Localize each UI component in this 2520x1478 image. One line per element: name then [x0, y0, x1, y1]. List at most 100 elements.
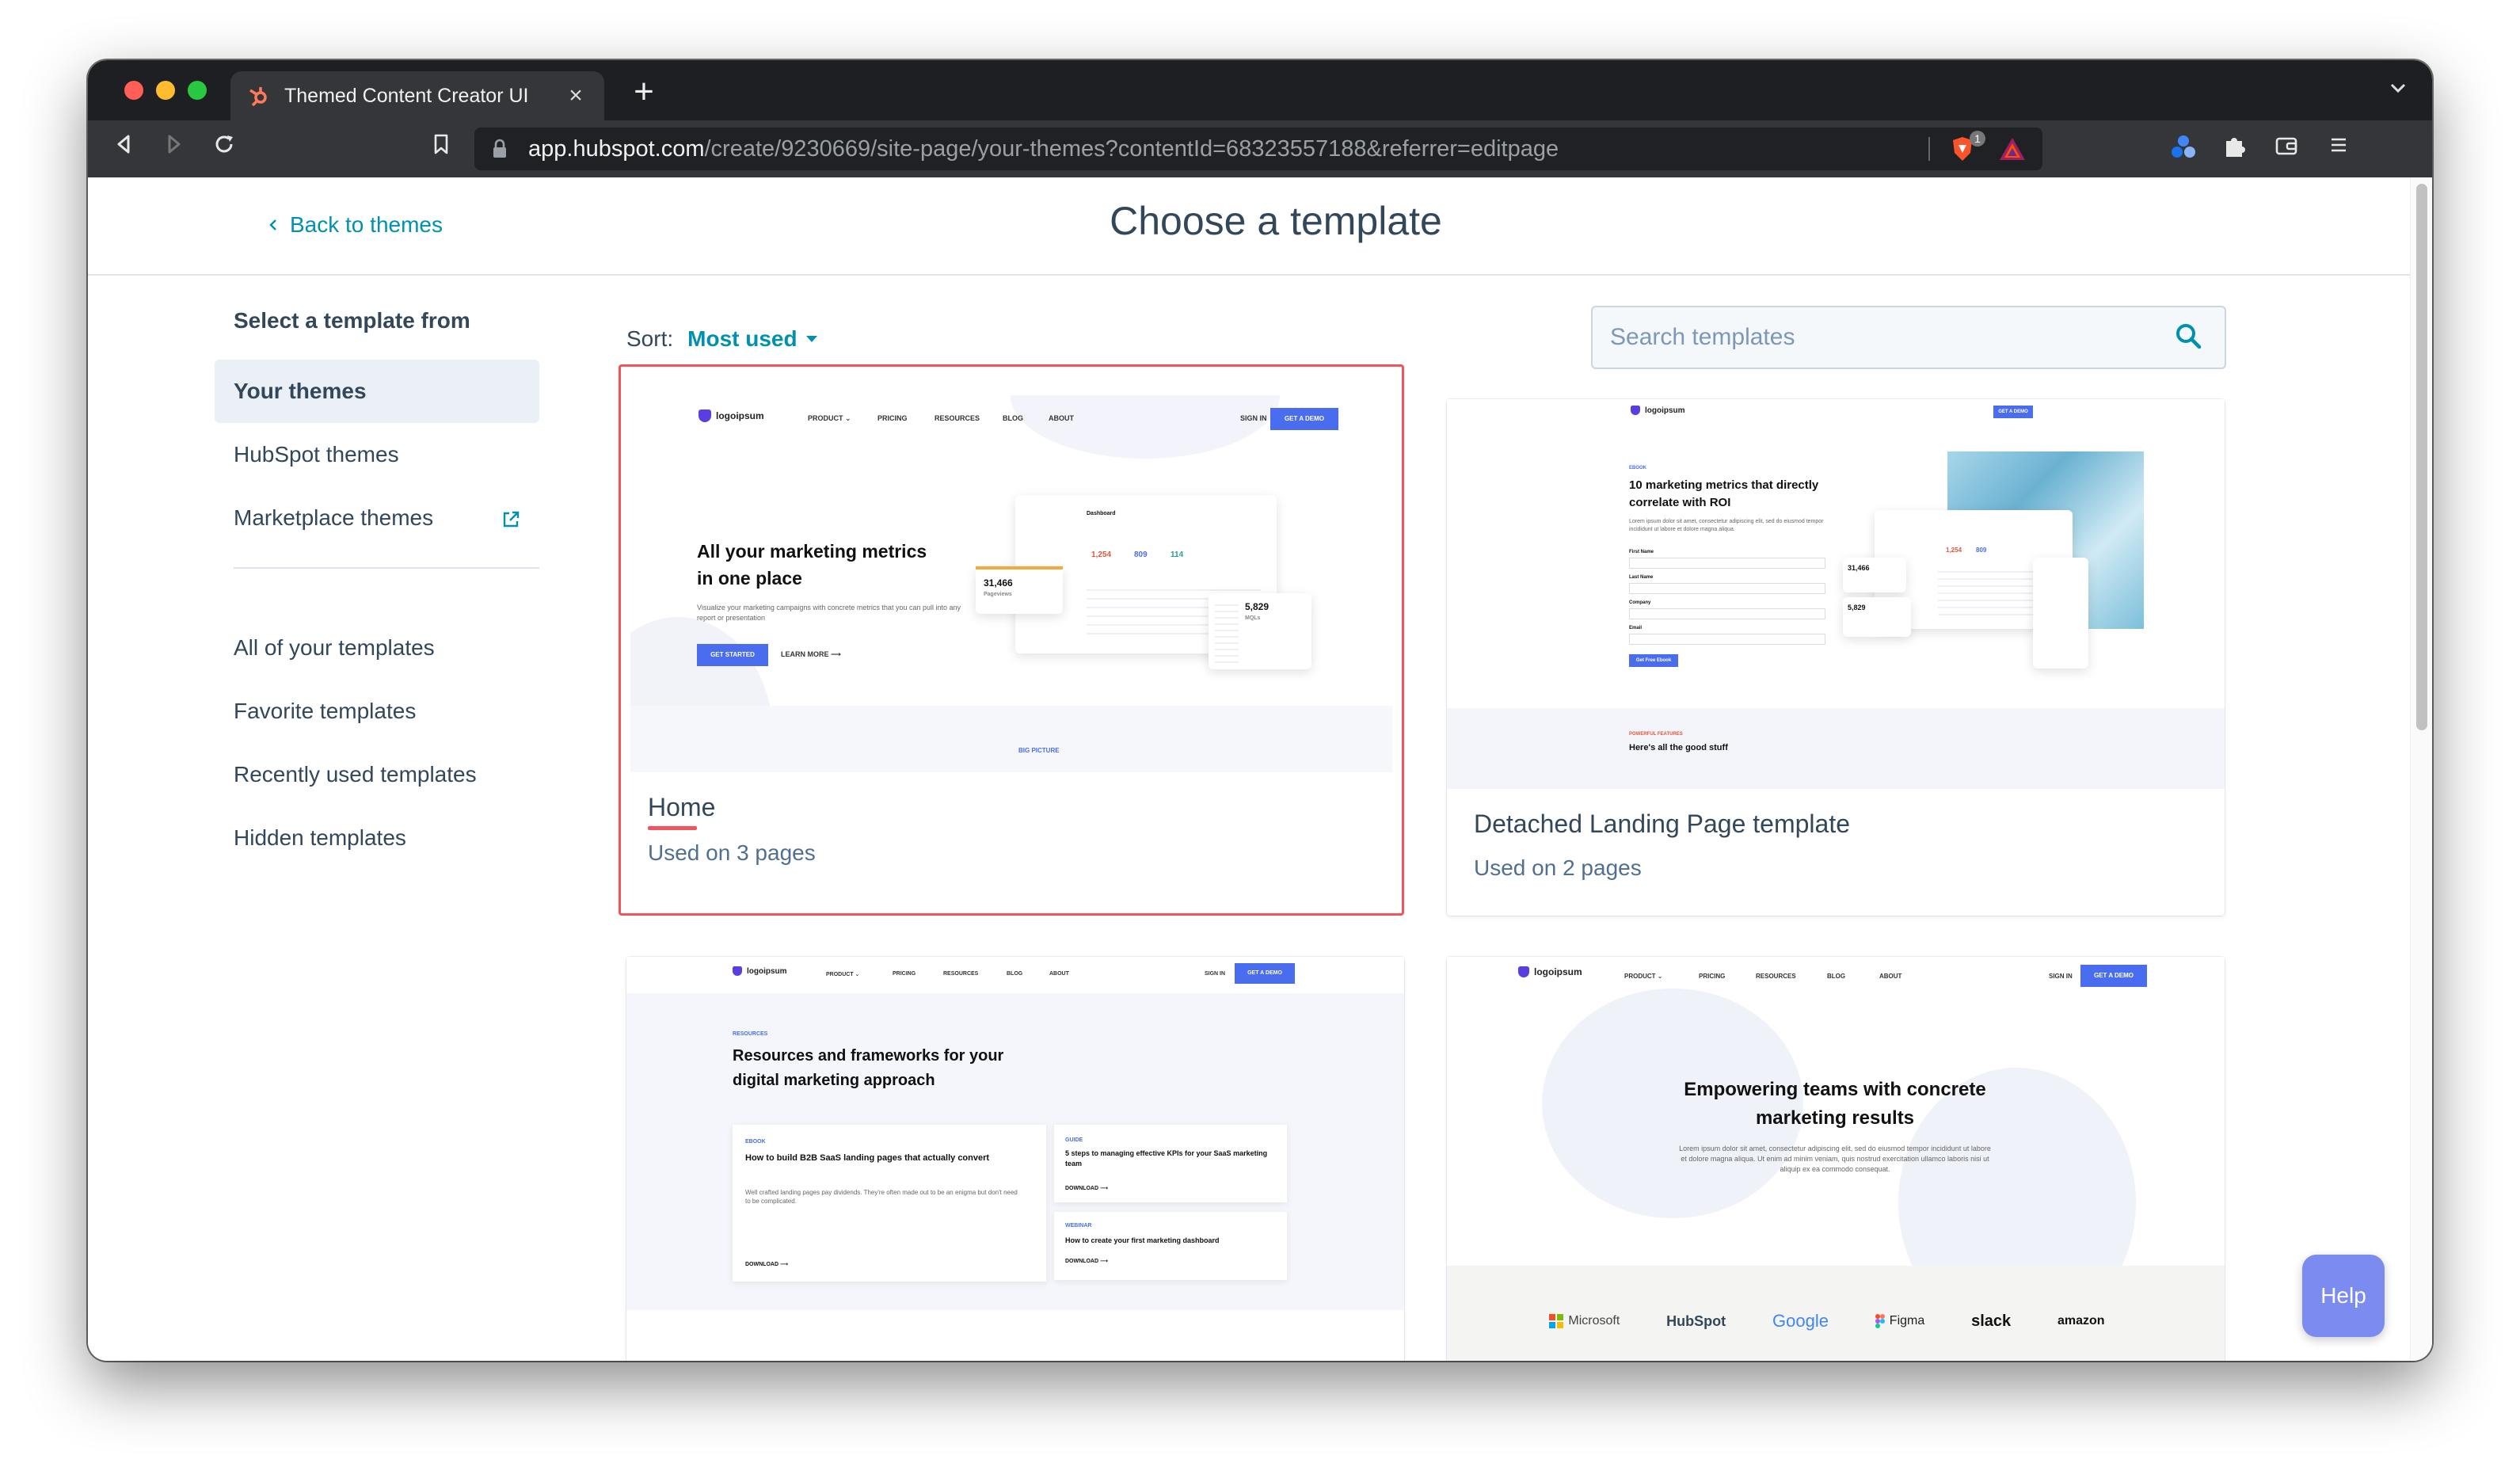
template-usage: Used on 3 pages: [648, 840, 816, 865]
sidebar-heading: Select a template from: [234, 308, 470, 333]
sidebar-item-favorite-templates[interactable]: Favorite templates: [215, 680, 539, 743]
sort-value: Most used: [687, 326, 797, 351]
sidebar-item-all-templates[interactable]: All of your templates: [215, 616, 539, 680]
slack-logo: slack: [1971, 1312, 2012, 1330]
shield-count-badge: 1: [1970, 131, 1985, 147]
preview-logo: logoipsum: [1631, 406, 1685, 415]
reload-icon[interactable]: [207, 131, 242, 166]
sidebar-item-label: Marketplace themes: [234, 505, 434, 530]
template-card-empowering-teams[interactable]: logoipsum PRODUCT ⌄ PRICING RESOURCES BL…: [1447, 957, 2225, 1361]
search-icon[interactable]: [2174, 322, 2202, 356]
preview-subhead: Here's all the good stuff: [1629, 743, 1728, 752]
google-logo: Google: [1772, 1311, 1829, 1331]
preview-side-panel: [2033, 558, 2088, 669]
template-usage: Used on 2 pages: [1474, 855, 1642, 880]
back-nav-icon[interactable]: [107, 131, 142, 166]
preview-nav-link: ABOUT: [1049, 414, 1074, 422]
tab-bar: Themed Content Creator UI × +: [88, 60, 2432, 120]
sidebar-item-your-themes[interactable]: Your themes: [215, 360, 539, 423]
sidebar-item-hidden-templates[interactable]: Hidden templates: [215, 806, 539, 870]
external-link-icon: [501, 486, 520, 550]
preview-logo: logoipsum: [733, 966, 787, 976]
template-preview: logoipsum GET A DEMO EBOOK 10 marketing …: [1447, 399, 2225, 789]
new-tab-button[interactable]: +: [623, 71, 664, 112]
bookmark-icon[interactable]: [424, 131, 459, 166]
preview-nav-link: PRODUCT ⌄: [808, 414, 851, 422]
template-name: Detached Landing Page template: [1474, 809, 1851, 838]
scrollbar-thumb[interactable]: [2416, 184, 2427, 730]
help-button[interactable]: Help: [2302, 1255, 2385, 1337]
search-placeholder: Search templates: [1610, 324, 1795, 350]
menu-hamburger-icon[interactable]: [2323, 133, 2354, 165]
hubspot-logo: HubSpot: [1666, 1312, 1726, 1329]
tab-title: Themed Content Creator UI: [284, 84, 529, 107]
preview-link: LEARN MORE ⟶: [781, 650, 841, 658]
figma-logo: Figma: [1875, 1314, 1924, 1328]
window-controls: [124, 81, 207, 100]
wallet-icon[interactable]: [2271, 133, 2302, 165]
preview-subeyebrow: POWERFUL FEATURES: [1629, 732, 1683, 737]
template-preview: logoipsum PRODUCT ⌄ PRICING RESOURCES BL…: [1447, 957, 2225, 1361]
template-preview: logoipsum PRODUCT ⌄ PRICING RESOURCES BL…: [626, 957, 1404, 1361]
preview-resource-card: EBOOK How to build B2B SaaS landing page…: [733, 1125, 1046, 1282]
page-scrollbar[interactable]: [2410, 177, 2432, 1361]
preview-logo: logoipsum: [699, 409, 764, 422]
tab-close-icon[interactable]: ×: [561, 82, 590, 109]
preview-stat-card: 5,829 MQLs: [1209, 593, 1311, 669]
template-card-detached-landing-page[interactable]: logoipsum GET A DEMO EBOOK 10 marketing …: [1447, 399, 2225, 916]
name-underline: [648, 826, 697, 830]
page-title: Choose a template: [1110, 199, 1442, 243]
sort-label: Sort:: [626, 326, 674, 351]
preview-headline: Empowering teams with concrete marketing…: [1684, 1079, 1986, 1129]
minimize-window-button[interactable]: [156, 81, 175, 100]
preview-headline: Resources and frameworks for your digita…: [733, 1047, 1004, 1089]
sidebar-item-hubspot-themes[interactable]: HubSpot themes: [215, 423, 539, 486]
address-divider: [1928, 137, 1930, 161]
template-name: Home: [648, 793, 716, 821]
rewards-triangle-icon[interactable]: [1998, 135, 2027, 162]
maximize-window-button[interactable]: [188, 81, 207, 100]
extensions-puzzle-icon[interactable]: [2218, 133, 2250, 165]
tab-list-chevron-icon[interactable]: [2388, 78, 2408, 104]
preview-resource-card: GUIDE 5 steps to managing effective KPIs…: [1054, 1125, 1287, 1202]
close-window-button[interactable]: [124, 81, 143, 100]
sort-dropdown[interactable]: Most used: [687, 326, 817, 352]
preview-resource-card: WEBINAR How to create your first marketi…: [1054, 1212, 1287, 1280]
preview-signin: SIGN IN: [1240, 414, 1267, 422]
preview-nav-link: RESOURCES: [935, 414, 980, 422]
url-path: /create/9230669/site-page/your-themes?co…: [704, 135, 1559, 162]
preview-eyebrow: EBOOK: [1629, 466, 1647, 470]
preview-headline: All your marketing metrics in one place: [697, 541, 927, 589]
lock-icon: [492, 137, 512, 161]
forward-nav-icon[interactable]: [156, 131, 191, 166]
browser-toolbar: app.hubspot.com/create/9230669/site-page…: [88, 120, 2432, 177]
microsoft-logo: Microsoft: [1549, 1314, 1620, 1328]
caret-down-icon: [805, 336, 817, 342]
preview-body: Visualize your marketing campaigns with …: [697, 604, 961, 622]
template-card-resources[interactable]: logoipsum PRODUCT ⌄ PRICING RESOURCES BL…: [626, 957, 1404, 1361]
sidebar-divider: [234, 567, 539, 569]
preview-footer: BIG PICTURE: [1018, 747, 1060, 754]
preview-stat-card: 5,829: [1843, 597, 1911, 637]
sidebar-item-recently-used-templates[interactable]: Recently used templates: [215, 743, 539, 806]
amazon-logo: amazon: [2057, 1314, 2105, 1328]
preview-body: Lorem ipsum dolor sit amet, consectetur …: [1629, 519, 1824, 532]
preview-button: GET STARTED: [697, 644, 768, 666]
template-source-sidebar: Select a template from Your themes HubSp…: [215, 298, 539, 870]
preview-body: Lorem ipsum dolor sit amet, consectetur …: [1679, 1145, 1991, 1173]
search-templates-input[interactable]: Search templates: [1591, 306, 2226, 369]
sync-extension-icon[interactable]: [2168, 133, 2199, 165]
template-card-home[interactable]: logoipsum PRODUCT ⌄ PRICING RESOURCES BL…: [619, 364, 1404, 916]
browser-tab[interactable]: Themed Content Creator UI ×: [230, 71, 604, 120]
preview-stat-card: 31,466 Pageviews: [976, 566, 1063, 614]
url-host: app.hubspot.com: [528, 135, 705, 162]
preview-eyebrow: RESOURCES: [733, 1031, 768, 1037]
page-content: Back to themes Choose a template Select …: [88, 177, 2432, 1361]
browser-window: Themed Content Creator UI × + app.hubspo…: [88, 60, 2432, 1361]
preview-nav-link: BLOG: [1003, 414, 1023, 422]
sidebar-item-marketplace-themes[interactable]: Marketplace themes: [215, 486, 539, 550]
sort-control: Sort: Most used: [626, 326, 818, 352]
preview-headline: 10 marketing metrics that directly corre…: [1629, 478, 1819, 509]
preview-stat-card: 31,466: [1843, 558, 1906, 592]
address-bar[interactable]: app.hubspot.com/create/9230669/site-page…: [474, 128, 2042, 170]
